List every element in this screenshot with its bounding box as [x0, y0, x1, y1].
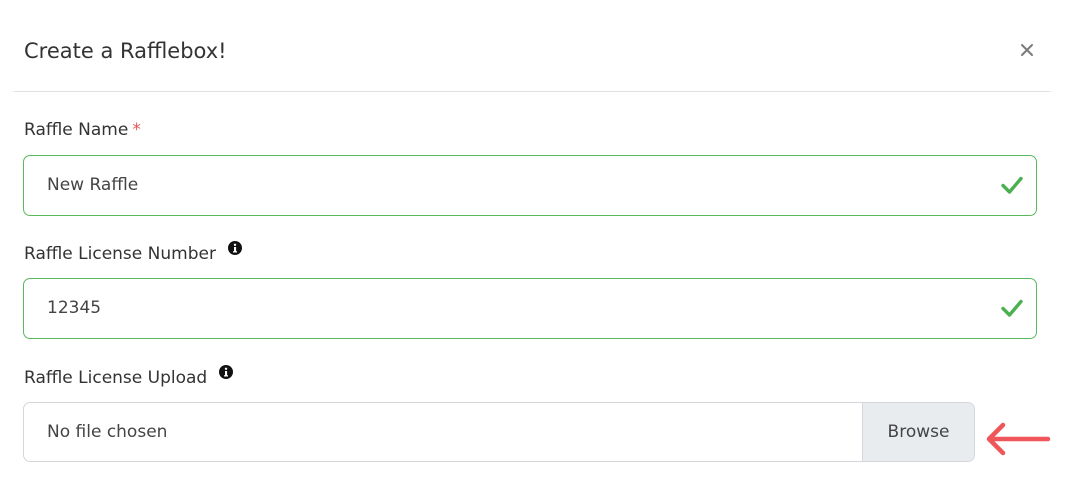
arrow-left-icon: [986, 422, 1051, 456]
license-upload-input[interactable]: No file chosen Browse: [23, 402, 975, 462]
check-icon: [1001, 299, 1023, 317]
info-icon: [227, 241, 242, 255]
close-icon: [1021, 44, 1033, 56]
license-upload-label-text: Raffle License Upload: [24, 368, 208, 388]
license-number-label: Raffle License Number: [24, 241, 242, 265]
modal-title: Create a Rafflebox!: [24, 39, 227, 63]
required-marker: *: [132, 120, 141, 140]
license-upload-label: Raffle License Upload: [24, 365, 234, 389]
raffle-name-value: New Raffle: [47, 175, 139, 195]
license-number-value: 12345: [47, 298, 102, 318]
raffle-name-label: Raffle Name *: [24, 119, 141, 141]
raffle-name-input[interactable]: New Raffle: [23, 155, 1037, 216]
file-placeholder: No file chosen: [47, 422, 168, 442]
modal-header: Create a Rafflebox!: [13, 0, 1051, 92]
browse-button[interactable]: Browse: [862, 403, 974, 461]
raffle-name-label-text: Raffle Name: [24, 120, 129, 140]
close-button[interactable]: [1015, 36, 1039, 64]
license-number-label-text: Raffle License Number: [24, 244, 216, 264]
check-icon: [1001, 176, 1023, 194]
license-number-input[interactable]: 12345: [23, 278, 1037, 339]
info-icon: [219, 365, 234, 379]
